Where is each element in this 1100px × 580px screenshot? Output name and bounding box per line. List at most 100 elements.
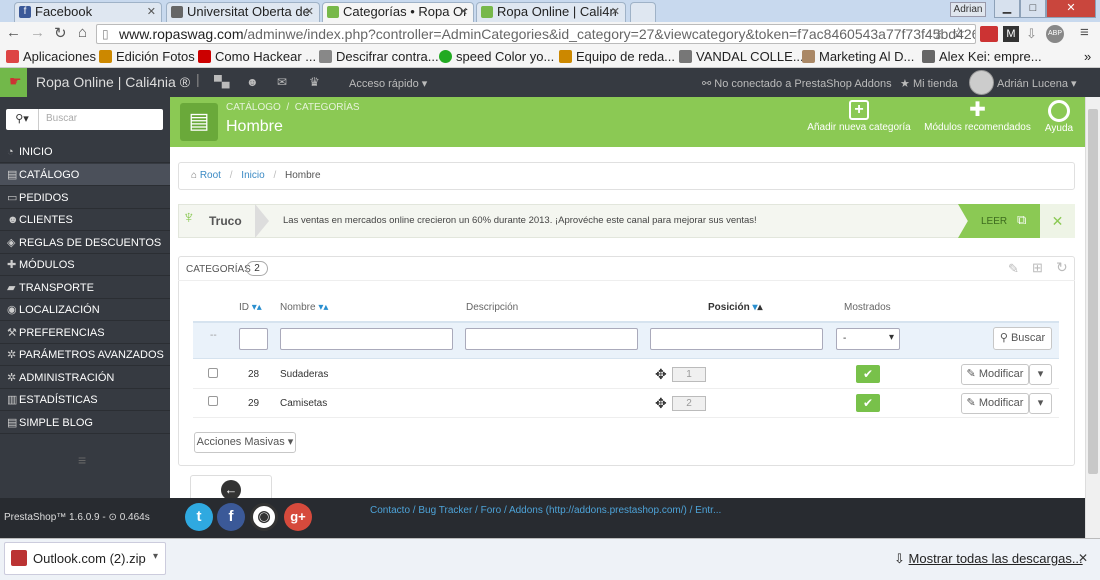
sidebar-item-clientes[interactable]: ☻CLIENTES [0,209,170,231]
sidebar-item-administracion[interactable]: ✲ ADMINISTRACIÓN [0,367,170,389]
browser-tab-categorias[interactable]: Categorías • Ropa Or ✕ [322,2,474,22]
page-scrollbar[interactable] [1085,97,1100,538]
new-tab-button[interactable] [630,2,656,22]
header-position[interactable]: Posición ▾▴ [708,302,763,313]
breadcrumb-inicio[interactable]: Inicio [241,170,264,181]
drag-handle-icon[interactable]: ✥ [655,366,667,383]
google-plus-icon[interactable]: g+ [284,503,312,531]
help-button[interactable]: Ayuda [1040,100,1078,134]
sidebar-item-localizacion[interactable]: ◉ LOCALIZACIÓN [0,299,170,321]
trophy-icon[interactable]: ♛ [309,75,320,89]
bookmark-descifrar[interactable]: Descifrar contra... [319,48,439,65]
browser-tab-facebook[interactable]: f Facebook ✕ [14,2,162,22]
download-arrow-icon[interactable]: ⇩ [1026,26,1042,42]
close-tip-icon[interactable]: ✕ [1040,204,1075,238]
external-link-icon[interactable]: ⧉ [1017,212,1026,228]
filter-id-input[interactable] [239,328,268,350]
search-input[interactable]: Buscar [46,113,77,124]
scrollbar-thumb[interactable] [1088,109,1098,474]
close-download-bar-icon[interactable]: ✕ [1078,551,1088,565]
sidebar-item-transporte[interactable]: ▰ TRANSPORTE [0,277,170,299]
bookmark-como-hackear[interactable]: Como Hackear ... [198,48,316,65]
sidebar-item-preferencias[interactable]: ⚒ PREFERENCIAS [0,322,170,344]
filter-description-input[interactable] [465,328,638,350]
forward-arrow-icon[interactable]: → [30,24,45,41]
row-actions-dropdown[interactable]: ▾ [1029,393,1052,414]
bookmark-apps[interactable]: Aplicaciones [6,48,96,65]
recommended-modules-button[interactable]: ✚ Módulos recomendados [920,100,1035,133]
search-button[interactable]: ⚲ Buscar [993,327,1052,350]
mail-icon[interactable]: ✉ [277,75,287,89]
bulk-actions-button[interactable]: Acciones Masivas ▾ [194,432,296,453]
edit-button[interactable]: ✎ Modificar [961,393,1029,414]
tab-close-icon[interactable]: ✕ [305,3,314,21]
maximize-button[interactable]: □ [1020,0,1046,18]
breadcrumb-root[interactable]: Root [200,170,221,181]
edit-button[interactable]: ✎ Modificar [961,364,1029,385]
back-arrow-icon[interactable]: ← [6,24,21,41]
sidebar-item-inicio[interactable]: ◔ INICIO [0,141,170,163]
show-all-downloads-link[interactable]: ⇩ Mostrar todas las descargas... [894,551,1083,567]
bookmark-speed-color[interactable]: speed Color yo... [439,48,554,65]
browser-tab-uoc[interactable]: Universitat Oberta de ✕ [166,2,320,22]
read-label[interactable]: LEER [981,216,1007,227]
shown-check-icon[interactable]: ✔ [856,365,880,383]
extension-icon[interactable] [980,26,998,42]
github-icon[interactable]: ◉ [250,503,278,531]
shop-name[interactable]: Ropa Online | Cali4nia ® [36,74,190,90]
header-id[interactable]: ID ▾▴ [239,302,262,313]
addons-status[interactable]: ⚯ No conectado a PrestaShop Addons [702,77,892,90]
reload-icon[interactable]: ↻ [54,24,67,42]
sidebar-item-modulos[interactable]: ✚ MÓDULOS [0,254,170,276]
home-icon[interactable]: ⌂ [78,24,87,41]
sort-arrows-icon[interactable]: ▾▴ [318,302,328,313]
shown-check-icon[interactable]: ✔ [856,394,880,412]
menu-toggle-button[interactable]: ☛ [0,68,27,97]
twitter-icon[interactable]: t [185,503,213,531]
my-shop-link[interactable]: ★ Mi tienda [900,77,958,90]
drag-handle-icon[interactable]: ✥ [655,395,667,412]
star-bookmark-icon[interactable]: ☆ [952,24,965,42]
export-icon[interactable]: ✎ [1008,261,1019,277]
admin-search-box[interactable]: ⚲▾ Buscar [6,109,163,130]
download-item[interactable]: Outlook.com (2).zip ▾ [4,542,166,575]
address-bar[interactable]: ▯ www.ropaswag.com/adminwe/index.php?cont… [96,24,976,44]
filter-position-input[interactable] [650,328,823,350]
chrome-user-badge[interactable]: Adrian [950,2,986,17]
header-name[interactable]: Nombre ▾▴ [280,302,328,313]
bookmark-edicion-fotos[interactable]: Edición Fotos [99,48,195,65]
collapse-menu-icon[interactable]: ≡ [78,452,86,468]
customers-icon[interactable]: ☻ [246,75,259,89]
facebook-icon[interactable]: f [217,503,245,531]
add-category-button[interactable]: + Añadir nueva categoría [805,100,913,133]
bookmarks-overflow[interactable]: » [1084,48,1091,65]
user-menu[interactable]: Adrián Lucena ▾ [997,77,1077,90]
bookmark-marketing[interactable]: Marketing Al D... [802,48,914,65]
filter-name-input[interactable] [280,328,453,350]
bookmark-vandal[interactable]: VANDAL COLLE... [679,48,804,65]
gmail-extension-icon[interactable]: M [1003,26,1019,42]
row-checkbox[interactable] [208,368,218,378]
sidebar-item-reglas[interactable]: ◈ REGLAS DE DESCUENTOS [0,232,170,254]
caret-down-icon[interactable]: ▾ [153,551,158,562]
refresh-icon[interactable]: ↻ [1056,259,1068,276]
bookmark-alex-kei[interactable]: Alex Kei: empre... [922,48,1042,65]
chrome-menu-icon[interactable]: ≡ [1080,24,1089,41]
sort-arrows-icon[interactable]: ▾▴ [752,302,762,313]
cart-icon[interactable]: ▀▄ [214,76,230,88]
row-checkbox[interactable] [208,396,218,406]
search-icon[interactable]: ⚲▾ [6,109,39,130]
bookmark-equipo[interactable]: Equipo de reda... [559,48,675,65]
browser-tab-ropa-online[interactable]: Ropa Online | Cali4n ✕ [476,2,626,22]
quick-access-menu[interactable]: Acceso rápido ▾ [349,77,427,90]
row-actions-dropdown[interactable]: ▾ [1029,364,1052,385]
sidebar-item-catalogo[interactable]: ▤ CATÁLOGO [0,164,170,186]
close-window-button[interactable]: ✕ [1046,0,1096,18]
tab-close-icon[interactable]: ✕ [459,3,468,21]
sidebar-item-estadisticas[interactable]: ▥ ESTADÍSTICAS [0,389,170,411]
tab-close-icon[interactable]: ✕ [611,3,620,21]
add-icon[interactable]: ⊞ [1032,260,1043,276]
key-icon[interactable]: ⚷ [934,27,943,41]
adblock-icon[interactable]: ABP [1046,25,1064,43]
footer-links[interactable]: Contacto / Bug Tracker / Foro / Addons (… [370,505,721,516]
